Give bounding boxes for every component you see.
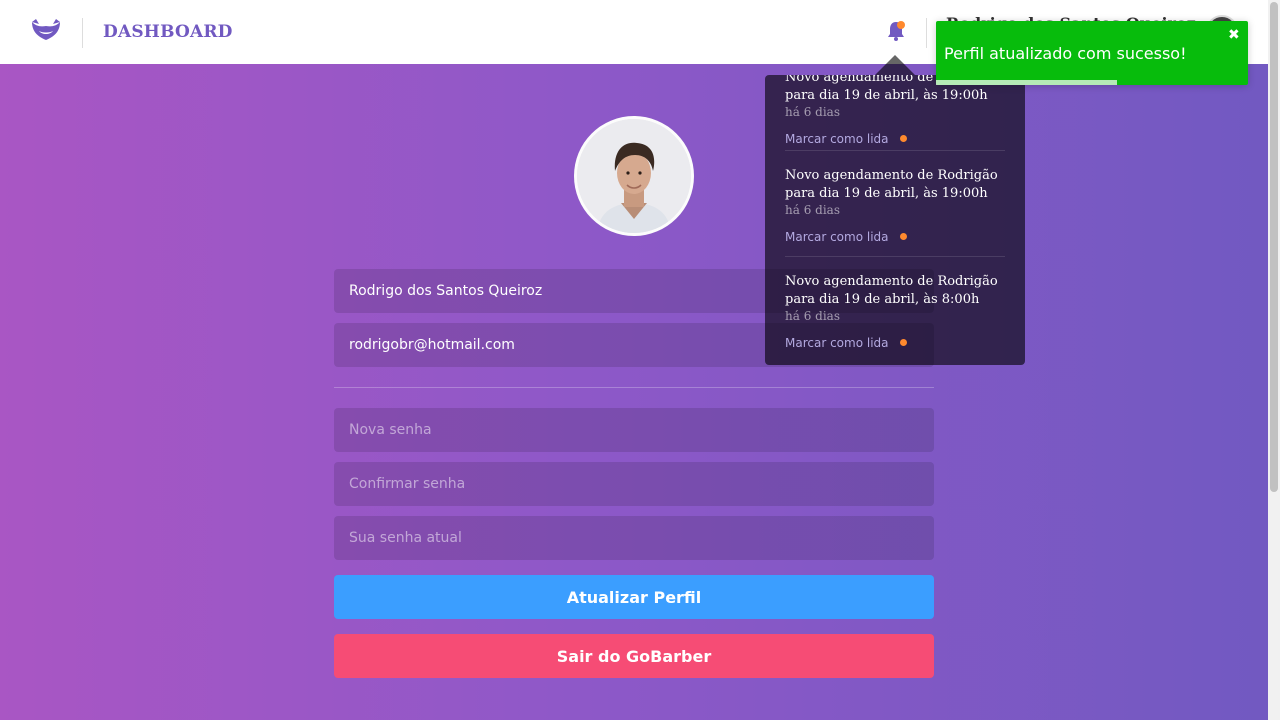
header-divider [82, 18, 83, 48]
notification-message: Novo agendamento de Rodrigão para dia 19… [785, 274, 998, 307]
unread-dot [899, 135, 907, 142]
gobarber-logo-icon[interactable] [30, 18, 62, 46]
notification-separator [785, 150, 1005, 151]
toast-message: Perfil atualizado com sucesso! [944, 44, 1187, 63]
mark-as-read-button[interactable]: Marcar como lida [785, 230, 889, 244]
notifications-arrow [875, 55, 915, 75]
profile-avatar[interactable] [574, 116, 694, 236]
form-divider [334, 387, 934, 388]
notification-item: Novo agendamento de Rodrigão para dia 19… [785, 75, 1005, 147]
notifications-panel[interactable]: Novo agendamento de Rodrigão para dia 19… [765, 75, 1025, 365]
notification-separator [785, 256, 1005, 257]
scrollbar-thumb[interactable] [1270, 2, 1278, 492]
toast-progress-bar [936, 80, 1117, 85]
notification-item: Novo agendamento de Rodrigão para dia 19… [785, 167, 1005, 245]
unread-dot [899, 233, 907, 240]
page-scrollbar[interactable] [1268, 0, 1280, 720]
mark-as-read-button[interactable]: Marcar como lida [785, 336, 889, 350]
notification-item: Novo agendamento de Rodrigão para dia 19… [785, 273, 1005, 351]
success-toast[interactable]: Perfil atualizado com sucesso! ✖ [936, 21, 1248, 85]
current-password-input[interactable] [334, 516, 934, 560]
notification-message: Novo agendamento de Rodrigão para dia 19… [785, 168, 998, 201]
notification-time: há 6 dias [785, 105, 840, 119]
logout-button[interactable]: Sair do GoBarber [334, 634, 934, 678]
confirm-password-input[interactable] [334, 462, 934, 506]
avatar-photo [577, 119, 691, 233]
unread-dot [899, 339, 907, 346]
new-password-input[interactable] [334, 408, 934, 452]
update-profile-button[interactable]: Atualizar Perfil [334, 575, 934, 619]
nav-dashboard-link[interactable]: DASHBOARD [103, 22, 233, 42]
close-icon[interactable]: ✖ [1228, 27, 1240, 43]
mark-as-read-button[interactable]: Marcar como lida [785, 132, 889, 146]
notification-time: há 6 dias [785, 309, 840, 323]
header-divider-right [926, 18, 927, 48]
unread-indicator-dot [897, 21, 905, 29]
notification-time: há 6 dias [785, 203, 840, 217]
